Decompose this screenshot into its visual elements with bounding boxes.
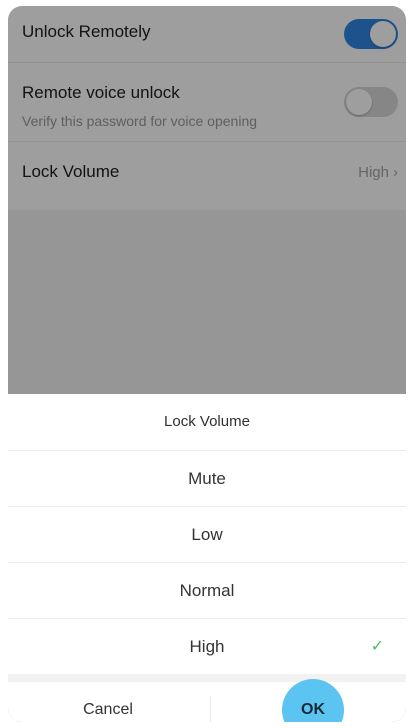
sheet-actions: Cancel OK: [8, 679, 406, 722]
app-screen: Unlock Remotely Remote voice unlock Veri…: [8, 6, 406, 722]
option-low[interactable]: Low: [8, 507, 406, 563]
option-label: Normal: [179, 581, 235, 600]
option-high[interactable]: High ✓: [8, 619, 406, 674]
option-normal[interactable]: Normal: [8, 563, 406, 619]
phone-frame: Unlock Remotely Remote voice unlock Veri…: [0, 0, 412, 728]
option-label: Mute: [188, 469, 226, 488]
option-mute[interactable]: Mute: [8, 451, 406, 507]
action-divider: [210, 696, 211, 722]
lock-volume-sheet: Lock Volume Mute Low Normal High ✓ Cance…: [8, 394, 406, 722]
cancel-button[interactable]: Cancel: [8, 682, 208, 722]
option-label: Low: [191, 525, 223, 544]
sheet-title: Lock Volume: [8, 394, 406, 451]
sheet-gap: [8, 674, 406, 682]
ok-button[interactable]: OK: [282, 682, 344, 722]
checkmark-icon: ✓: [370, 638, 384, 655]
option-label: High: [189, 637, 225, 656]
